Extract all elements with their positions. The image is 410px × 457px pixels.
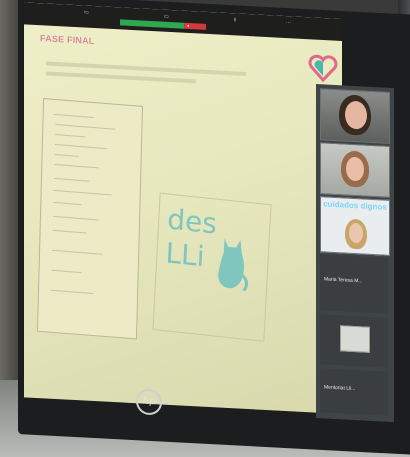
heart-logo-icon <box>308 54 338 83</box>
screen: ▭ ▭ ǁ ⋯ ● FASE FINAL des LLi <box>24 2 342 414</box>
participant-name: Maria Teresa M... <box>324 276 363 285</box>
green-status-bar <box>120 19 184 29</box>
hp-logo-icon: hp <box>136 388 162 416</box>
participant-tile: Maria Teresa M... <box>320 254 388 314</box>
logo-text-line2: LLi <box>164 236 206 274</box>
toolbar-item: ⋯ <box>286 20 291 27</box>
document-thumbnail <box>36 98 144 340</box>
photo-scene: ▭ ▭ ǁ ⋯ ● FASE FINAL des LLi hp cuidados… <box>0 0 410 457</box>
participant-name: Mentoriat Lli... <box>324 384 356 393</box>
cuidados-dignos-banner: cuidados dignos <box>323 199 387 212</box>
slide-title: FASE FINAL <box>40 33 95 47</box>
red-bar-mark: ● <box>187 22 190 28</box>
toolbar-item: ▭ <box>164 13 169 20</box>
participant-tile: Mentoriat Lli... <box>320 368 388 416</box>
participant-face <box>346 156 364 182</box>
logo-text-line1: des <box>166 202 218 241</box>
participant-video <box>320 142 390 198</box>
participant-thumbnail <box>340 325 370 353</box>
participant-video: cuidados dignos <box>320 196 390 256</box>
participant-face <box>345 100 367 130</box>
cat-icon <box>218 238 249 292</box>
participants-panel: cuidados dignos Maria Teresa M... Mentor… <box>316 84 394 423</box>
participant-tile <box>320 314 388 368</box>
participant-video <box>320 88 390 144</box>
toolbar-item: ǁ <box>234 17 237 24</box>
toolbar-item: ▭ <box>84 9 89 16</box>
slide-subtitle-blur <box>46 61 276 87</box>
participant-face <box>349 222 363 244</box>
red-status-bar: ● <box>184 22 206 30</box>
deslli-logo: des LLi <box>152 192 272 342</box>
